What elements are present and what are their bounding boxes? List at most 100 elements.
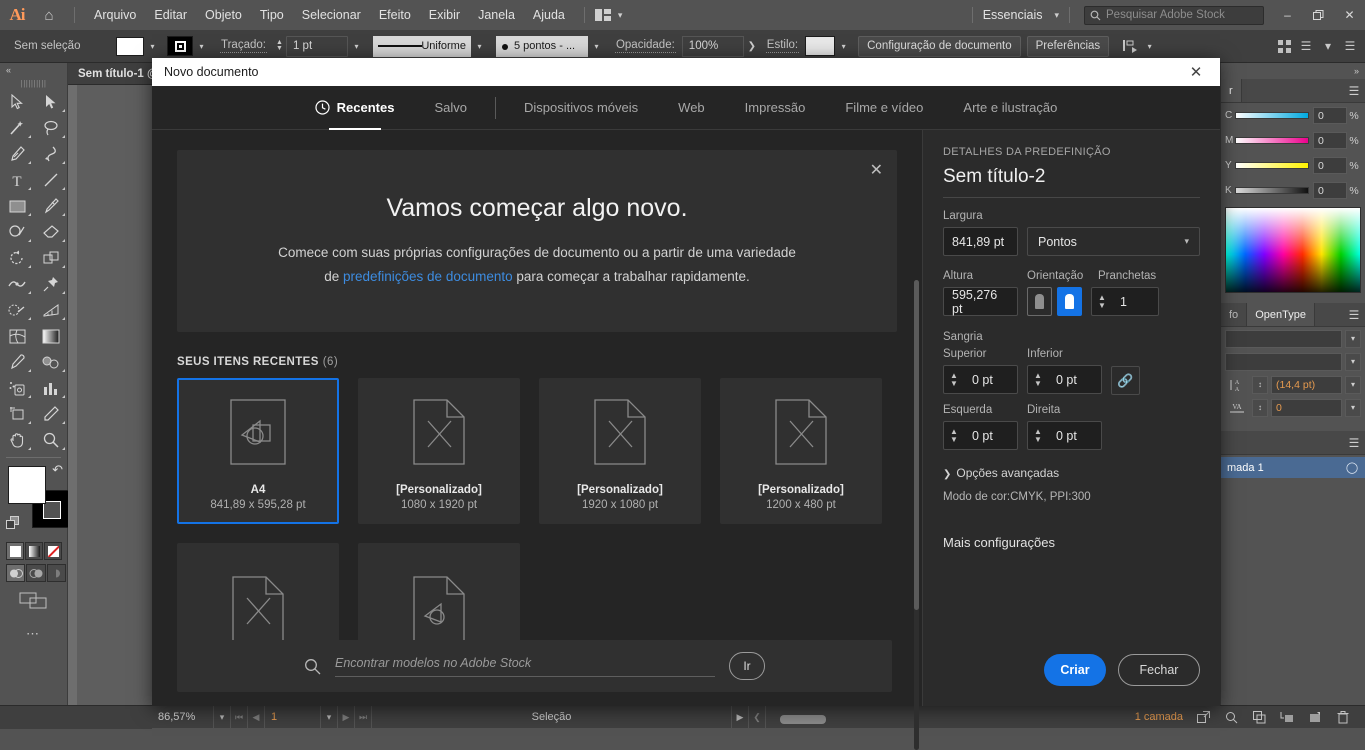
channel-slider-k[interactable] bbox=[1235, 187, 1309, 194]
chevron-down-icon[interactable]: ▾ bbox=[193, 35, 210, 57]
layer-row[interactable]: mada 1 ◯ bbox=[1221, 457, 1365, 478]
new-layer-icon[interactable] bbox=[1301, 706, 1329, 729]
bleed-left-value[interactable]: 0 pt bbox=[964, 422, 1001, 449]
link-bleed-icon[interactable]: 🔗 bbox=[1111, 366, 1140, 395]
last-page-icon[interactable]: ⏭ bbox=[355, 705, 372, 729]
tab-recentes[interactable]: Recentes bbox=[295, 86, 415, 130]
tracking-row[interactable]: VA ↕ 0 ▾ bbox=[1221, 396, 1365, 419]
advanced-options-toggle[interactable]: ❯ Opções avançadas bbox=[943, 466, 1200, 480]
font-style-input[interactable] bbox=[1225, 352, 1342, 371]
paintbrush-tool[interactable] bbox=[34, 193, 68, 219]
stepper-arrows[interactable]: ▲ ▼ bbox=[944, 366, 964, 393]
more-settings-button[interactable]: Mais configurações bbox=[943, 535, 1200, 550]
panel-menu-icon[interactable]: ☰ bbox=[1343, 303, 1365, 326]
search-icon[interactable] bbox=[1217, 706, 1245, 729]
stroke-profile-value[interactable]: Uniforme bbox=[372, 35, 471, 57]
hand-tool[interactable] bbox=[0, 427, 34, 453]
recent-card-custom-1[interactable]: [Personalizado] 1080 x 1920 pt bbox=[358, 378, 520, 524]
stroke-profile-control[interactable]: Uniforme ▾ bbox=[372, 35, 488, 57]
target-circle-icon[interactable]: ◯ bbox=[1339, 461, 1365, 474]
screen-mode-button[interactable] bbox=[0, 590, 67, 610]
tab-cor[interactable]: r bbox=[1221, 79, 1242, 102]
tab-arte-e-ilustracao[interactable]: Arte e ilustração bbox=[943, 86, 1077, 130]
bleed-bottom-value[interactable]: 0 pt bbox=[1048, 366, 1085, 393]
prev-page-icon[interactable]: ◀ bbox=[248, 705, 265, 729]
curvature-tool[interactable] bbox=[34, 141, 68, 167]
tracking-stepper[interactable]: ↕ bbox=[1252, 398, 1268, 417]
eraser-tool[interactable] bbox=[34, 219, 68, 245]
chevron-down-icon[interactable]: ▾ bbox=[835, 35, 853, 57]
chevron-down-icon[interactable]: ▾ bbox=[1141, 35, 1159, 57]
width-input[interactable]: 841,89 pt bbox=[943, 227, 1018, 256]
channel-value-y[interactable]: 0 bbox=[1313, 157, 1347, 174]
tab-web[interactable]: Web bbox=[658, 86, 725, 130]
menu-exibir[interactable]: Exibir bbox=[420, 0, 469, 30]
tool-status-label[interactable]: Seleção bbox=[372, 705, 732, 729]
fill-swatch[interactable] bbox=[116, 36, 144, 56]
artboard-tool[interactable] bbox=[0, 401, 34, 427]
align-control[interactable]: ▾ bbox=[1119, 35, 1159, 57]
bleed-top-value[interactable]: 0 pt bbox=[964, 366, 1001, 393]
stock-templates-input[interactable]: Encontrar modelos no Adobe Stock bbox=[335, 656, 715, 677]
rotate-tool[interactable] bbox=[0, 245, 34, 271]
draw-inside-button[interactable] bbox=[46, 564, 66, 582]
new-layer-link-icon[interactable] bbox=[1189, 706, 1217, 729]
scrollbar-thumb[interactable] bbox=[780, 715, 826, 724]
home-icon[interactable]: ⌂ bbox=[34, 7, 64, 24]
menu-efeito[interactable]: Efeito bbox=[370, 0, 420, 30]
column-graph-tool[interactable] bbox=[34, 375, 68, 401]
fill-color-control[interactable]: ▾ bbox=[116, 35, 161, 57]
shape-builder-tool[interactable] bbox=[0, 297, 34, 323]
chevron-down-icon[interactable]: ▾ bbox=[1345, 375, 1361, 394]
horizontal-scrollbar[interactable] bbox=[690, 715, 906, 724]
bleed-right-value[interactable]: 0 pt bbox=[1048, 422, 1085, 449]
graphic-style-swatch[interactable] bbox=[805, 36, 836, 56]
minimize-button[interactable]: – bbox=[1272, 0, 1303, 30]
direct-selection-tool[interactable] bbox=[34, 89, 68, 115]
toolbar-drag-handle[interactable]: |||||||||| bbox=[0, 77, 67, 89]
slice-tool[interactable] bbox=[34, 401, 68, 427]
bleed-bottom-stepper[interactable]: ▲ ▼ 0 pt bbox=[1027, 365, 1102, 394]
close-button[interactable]: Fechar bbox=[1118, 654, 1200, 686]
artboard-number-value[interactable]: 1 bbox=[265, 705, 321, 729]
duplicate-layer-icon[interactable] bbox=[1245, 706, 1273, 729]
bleed-left-stepper[interactable]: ▲ ▼ 0 pt bbox=[943, 421, 1018, 450]
tab-dispositivos-moveis[interactable]: Dispositivos móveis bbox=[504, 86, 658, 130]
free-transform-tool[interactable] bbox=[34, 271, 68, 297]
preset-name-input[interactable]: Sem título-2 bbox=[943, 166, 1200, 188]
opacity-options-icon[interactable]: ❯ bbox=[744, 41, 760, 52]
chevron-down-icon[interactable]: ▾ bbox=[1345, 329, 1361, 348]
perspective-grid-tool[interactable] bbox=[34, 297, 68, 323]
document-setup-button[interactable]: Configuração de documento bbox=[858, 35, 1021, 57]
color-fill-mode-button[interactable] bbox=[6, 542, 24, 560]
preferences-button[interactable]: Preferências bbox=[1026, 35, 1110, 57]
stepper-arrows[interactable]: ▲ ▼ bbox=[944, 422, 964, 449]
draw-normal-button[interactable] bbox=[6, 564, 26, 582]
orientation-portrait-icon[interactable] bbox=[1027, 287, 1052, 316]
menu-editar[interactable]: Editar bbox=[145, 0, 196, 30]
tab-opentype[interactable]: OpenType bbox=[1247, 303, 1315, 326]
maximize-button[interactable] bbox=[1303, 0, 1334, 30]
zoom-dropdown-icon[interactable]: ▾ bbox=[214, 705, 231, 729]
arrange-panels-icon[interactable]: ☰ bbox=[1295, 35, 1317, 57]
delete-layer-icon[interactable] bbox=[1329, 706, 1357, 729]
channel-value-m[interactable]: 0 bbox=[1313, 132, 1347, 149]
stepper-arrows[interactable]: ▲ ▼ bbox=[1028, 366, 1048, 393]
bleed-top-stepper[interactable]: ▲ ▼ 0 pt bbox=[943, 365, 1018, 394]
stroke-swatch[interactable] bbox=[167, 36, 193, 56]
close-icon[interactable]: ✕ bbox=[870, 160, 883, 180]
sublayer-icon[interactable] bbox=[1273, 706, 1301, 729]
pen-tool[interactable] bbox=[0, 141, 34, 167]
channel-slider-c[interactable] bbox=[1235, 112, 1309, 119]
recent-card-custom-3[interactable]: [Personalizado] 1200 x 480 pt bbox=[720, 378, 882, 524]
magic-wand-tool[interactable] bbox=[0, 115, 34, 141]
height-input[interactable]: 595,276 pt bbox=[943, 287, 1018, 316]
brush-definition-value[interactable]: 5 pontos - ... bbox=[495, 35, 588, 57]
channel-value-c[interactable]: 0 bbox=[1313, 107, 1347, 124]
bleed-right-stepper[interactable]: ▲ ▼ 0 pt bbox=[1027, 421, 1102, 450]
stroke-weight-stepper[interactable]: ▲ ▼ bbox=[273, 36, 286, 57]
orientation-landscape-icon[interactable] bbox=[1057, 287, 1082, 316]
channel-slider-m[interactable] bbox=[1235, 137, 1309, 144]
stepper-arrows[interactable]: ▲ ▼ bbox=[1092, 288, 1112, 315]
artboard-dropdown-icon[interactable]: ▾ bbox=[321, 705, 338, 729]
